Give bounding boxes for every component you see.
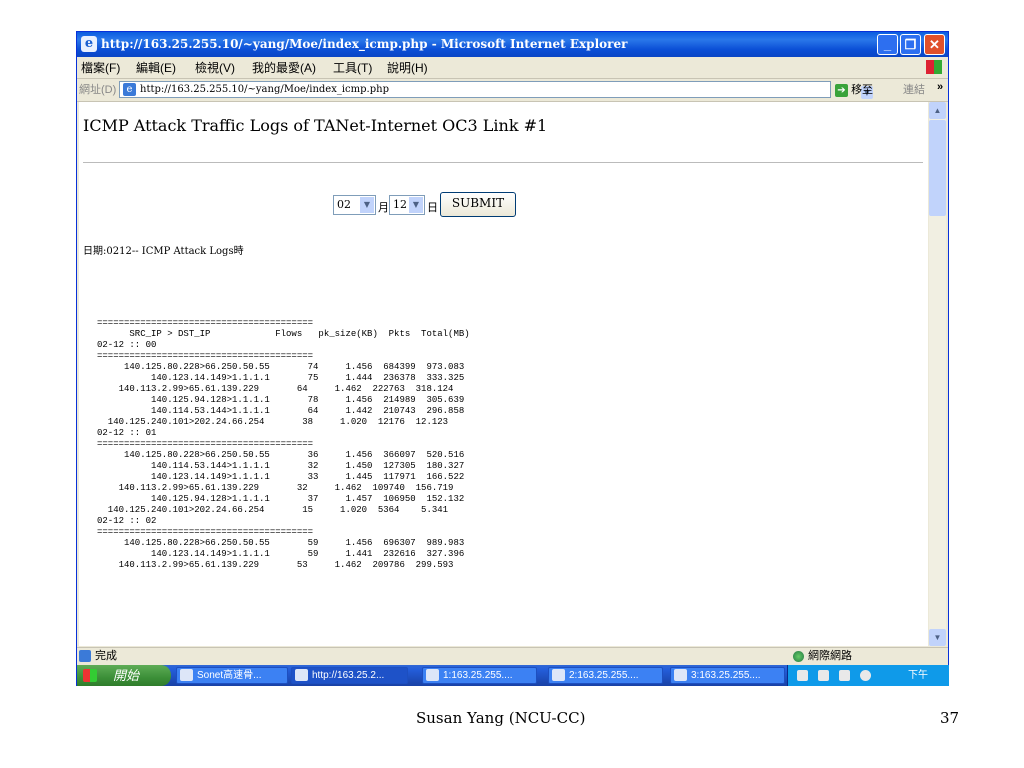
go-button[interactable]: ➔ 移至 [835,79,873,101]
go-label: 移至 [851,84,874,96]
log-row: 140.113.2.99>65.61.139.229 53 1.462 2097… [97,560,454,570]
address-bar: 網址(D) e http://163.25.255.10/~yang/Moe/i… [77,79,948,102]
log-row: 140.113.2.99>65.61.139.229 64 1.462 2227… [97,384,454,394]
day-value: 12 [393,198,407,211]
log-row: 140.114.53.144>1.1.1.1 64 1.442 210743 2… [97,406,465,416]
taskbar-item-terminal-3[interactable]: 3:163.25.255.... [670,667,785,684]
start-button[interactable]: 開始 [77,665,171,686]
log-row: 140.125.240.101>202.24.66.254 15 1.020 5… [97,505,449,515]
log-row: 140.125.80.228>66.250.50.55 59 1.456 696… [97,538,465,548]
ie-icon: e [81,36,97,52]
taskbar: 開始 Sonet高速骨... http://163.25.2... 1:163.… [77,665,949,702]
slide-page-number: 37 [940,709,960,727]
menu-tools[interactable]: 工具(T) [333,58,372,78]
scroll-up-icon[interactable]: ▲ [929,102,946,119]
month-unit-label: 月 [378,201,389,214]
taskbar-item-sonet[interactable]: Sonet高速骨... [176,667,288,684]
address-url: http://163.25.255.10/~yang/Moe/index_icm… [140,84,389,95]
terminal-icon [426,669,439,681]
close-button[interactable]: ✕ [924,34,945,55]
taskbar-item-label: 2:163.25.255.... [569,670,639,681]
minimize-button[interactable]: _ [877,34,898,55]
clock: 下午 02:08 [908,670,934,702]
log-row: 140.125.94.128>1.1.1.1 37 1.457 106950 1… [97,494,465,504]
month-value: 02 [337,198,351,211]
page-status-icon [79,650,91,662]
windows-flag-icon [926,60,942,74]
taskbar-item-terminal-1[interactable]: 1:163.25.255.... [422,667,537,684]
menu-view[interactable]: 檢視(V) [195,58,235,78]
chevron-down-icon: ▼ [360,197,374,213]
address-label: 網址(D) [79,84,117,96]
address-input[interactable]: e http://163.25.255.10/~yang/Moe/index_i… [119,81,873,99]
ie-icon [295,669,308,681]
keyboard-icon[interactable] [797,670,808,681]
page-icon: e [123,83,136,96]
toolbar-overflow-chevron[interactable]: » [937,76,943,98]
log-row: 140.125.80.228>66.250.50.55 74 1.456 684… [97,362,465,372]
security-zone: 網際網路 [808,650,852,662]
taskbar-item-label: Sonet高速骨... [197,670,262,681]
taskbar-item-label: 1:163.25.255.... [443,670,513,681]
log-row: 140.125.94.128>1.1.1.1 78 1.456 214989 3… [97,395,465,405]
menu-edit[interactable]: 編輯(E) [136,58,176,78]
terminal-icon [674,669,687,681]
taskbar-item-terminal-2[interactable]: 2:163.25.255.... [548,667,663,684]
menu-favorites[interactable]: 我的最愛(A) [252,58,316,78]
taskbar-item-label: 3:163.25.255.... [691,670,761,681]
terminal-icon [552,669,565,681]
separator-line: ======================================== [97,318,314,328]
month-select[interactable]: 02 ▼ [333,195,376,215]
group-label: 02-12 :: 01 [97,428,157,438]
window-title: http://163.25.255.10/~yang/Moe/index_icm… [101,37,628,51]
group-label: 02-12 :: 00 [97,340,157,350]
log-row: 140.123.14.149>1.1.1.1 75 1.444 236378 3… [97,373,465,383]
chevron-left-icon[interactable] [860,670,871,681]
vertical-scrollbar[interactable]: ▲ ▼ [929,102,946,646]
scroll-thumb[interactable] [929,120,946,216]
taskbar-item-ie[interactable]: http://163.25.2... [291,667,408,684]
log-row: 140.123.14.149>1.1.1.1 33 1.445 117971 1… [97,472,465,482]
log-header: SRC_IP > DST_IP Flows pk_size(KB) Pkts T… [97,329,470,339]
menu-help[interactable]: 說明(H) [387,58,428,78]
submit-button[interactable]: SUBMIT [440,192,516,217]
chevron-down-icon: ▼ [409,197,423,213]
scroll-down-icon[interactable]: ▼ [929,629,946,646]
day-unit-label: 日 [427,201,438,214]
links-button[interactable]: 連結 [903,79,925,101]
log-row: 140.123.14.149>1.1.1.1 59 1.441 232616 3… [97,549,465,559]
go-arrow-icon: ➔ [835,83,848,97]
group-label: 02-12 :: 02 [97,516,157,526]
log-row: 140.125.80.228>66.250.50.55 36 1.456 366… [97,450,465,460]
page-content: ICMP Attack Traffic Logs of TANet-Intern… [79,102,928,646]
menu-bar: 檔案(F) 編輯(E) 檢視(V) 我的最愛(A) 工具(T) 說明(H) [77,58,948,79]
network-icon[interactable] [839,670,850,681]
browser-window: e http://163.25.255.10/~yang/Moe/index_i… [76,31,949,702]
log-table: ========================================… [97,318,470,571]
status-bar: 完成 網際網路 [77,647,948,665]
title-bar[interactable]: e http://163.25.255.10/~yang/Moe/index_i… [77,32,948,57]
globe-icon [793,651,804,662]
ime-icon[interactable] [818,670,829,681]
log-row: 140.125.240.101>202.24.66.254 38 1.020 1… [97,417,449,427]
separator-line: ======================================== [97,439,314,449]
page-title: ICMP Attack Traffic Logs of TANet-Intern… [83,116,548,135]
day-select[interactable]: 12 ▼ [389,195,425,215]
system-tray: 下午 02:08 [787,665,949,702]
start-label: 開始 [113,668,140,683]
taskbar-item-label: http://163.25.2... [312,670,385,681]
date-heading: 日期:0212-- ICMP Attack Logs時 [83,246,244,257]
windows-logo-icon [83,669,97,682]
word-doc-icon [180,669,193,681]
maximize-button[interactable]: ❐ [900,34,921,55]
log-row: 140.113.2.99>65.61.139.229 32 1.462 1097… [97,483,454,493]
status-text: 完成 [95,650,117,662]
separator-line: ======================================== [97,527,314,537]
log-row: 140.114.53.144>1.1.1.1 32 1.450 127305 1… [97,461,465,471]
separator-line: ======================================== [97,351,314,361]
slide-footer: Susan Yang (NCU-CC) [416,709,586,727]
horizontal-rule [83,162,923,163]
menu-file[interactable]: 檔案(F) [81,58,120,78]
